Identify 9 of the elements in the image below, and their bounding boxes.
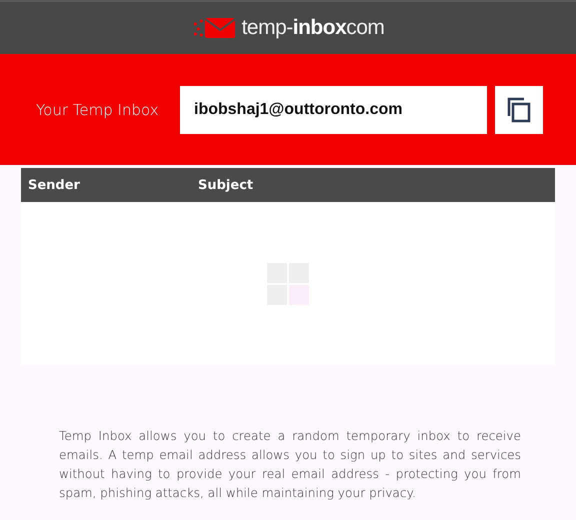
email-address-field[interactable]: ibobshaj1@outtoronto.com xyxy=(180,86,487,134)
copy-button[interactable] xyxy=(495,86,543,134)
inbox-label: Your Temp Inbox xyxy=(36,100,160,118)
description-text: Temp Inbox allows you to create a random temporary inbox to receive emails. A temp email address allows you to sign up to sites and services without having to provide your real email address - protecting you from spam, phishing attacks, all while maintaining your privacy. xyxy=(59,428,521,502)
column-header: Sender xyxy=(27,178,81,192)
site-logo[interactable]: temp-inboxcom xyxy=(242,16,384,40)
envelope-logo-icon xyxy=(192,15,236,41)
column-header: Subject xyxy=(198,178,254,192)
copy-icon xyxy=(507,96,531,122)
